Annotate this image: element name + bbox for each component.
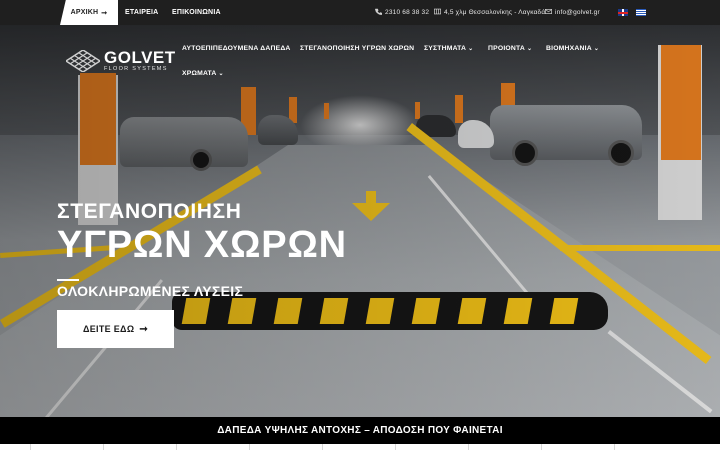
nav-item-label: ΠΡΟΙΟΝΤΑ: [488, 45, 525, 52]
nav-item-products[interactable]: ΠΡΟΙΟΝΤΑ ⌄: [488, 45, 532, 52]
hero-subheading: ΟΛΟΚΛΗΡΩΜΕΝΕΣ ΛΥΣΕΙΣ: [57, 283, 244, 299]
tagline-strip: ΔΑΠΕΔΑ ΥΨΗΛΗΣ ΑΝΤΟΧΗΣ – ΑΠΟΔΟΣΗ ΠΟΥ ΦΑΙΝ…: [0, 417, 720, 444]
chevron-down-icon: ⌄: [468, 46, 474, 52]
email-link[interactable]: info@golvet.gr: [545, 0, 600, 25]
cta-label: ΔΕΙΤΕ ΕΔΩ: [82, 324, 135, 334]
english-flag-icon[interactable]: [618, 9, 628, 16]
chevron-down-icon: ⌄: [593, 46, 600, 52]
chevron-down-icon: ⌄: [526, 46, 533, 52]
column-dividers: [30, 444, 615, 450]
nav-item-label: ΒΙΟΜΗΧΑΝΙΑ: [546, 45, 592, 52]
top-bar: ΑΡΧΙΚΗ ➞ ΕΤΑΙΡΕΙΑ ΕΠΙΚΟΙΝΩΝΙΑ 2310 68 38…: [0, 0, 720, 25]
arrow-right-icon: ➞: [139, 323, 149, 335]
address-info: 4,5 χλμ Θεσσαλονίκης - Λαγκαδά: [434, 0, 545, 25]
golvet-logo[interactable]: GOLVET FLOOR SYSTEMS: [66, 48, 176, 72]
phone-number: 2310 68 38 32: [385, 9, 430, 16]
nav-item-label: ΑΥΤΟΕΠΙΠΕΔΟΥΜΕΝΑ ΔΑΠΕΔΑ: [182, 45, 291, 52]
hero-heading-line2: ΥΓΡΩΝ ΧΩΡΩΝ: [57, 224, 347, 266]
nav-home-link[interactable]: ΑΡΧΙΚΗ ➞: [60, 0, 118, 25]
logo-name: GOLVET: [104, 48, 176, 67]
nav-item-label: ΧΡΩΜΑΤΑ: [182, 70, 217, 77]
email-address: info@golvet.gr: [555, 9, 600, 16]
nav-item-self-leveling-floors[interactable]: ΑΥΤΟΕΠΙΠΕΔΟΥΜΕΝΑ ΔΑΠΕΔΑ: [182, 45, 291, 52]
logo-subtitle: FLOOR SYSTEMS: [104, 66, 168, 72]
address-text: 4,5 χλμ Θεσσαλονίκης - Λαγκαδά: [444, 9, 546, 16]
tagline-text: ΔΑΠΕΔΑ ΥΨΗΛΗΣ ΑΝΤΟΧΗΣ – ΑΠΟΔΟΣΗ ΠΟΥ ΦΑΙΝ…: [217, 425, 503, 436]
greek-flag-icon[interactable]: [636, 9, 646, 16]
chevron-down-icon: ⌄: [218, 71, 224, 77]
map-icon: [434, 8, 441, 17]
envelope-icon: [545, 8, 552, 17]
nav-item-industry[interactable]: ΒΙΟΜΗΧΑΝΙΑ ⌄: [546, 45, 599, 52]
nav-item-label: ΣΤΕΓΑΝΟΠΟΙΗΣΗ ΥΓΡΩΝ ΧΩΡΩΝ: [300, 45, 415, 52]
phone-link[interactable]: 2310 68 38 32: [375, 0, 429, 25]
nav-item-label: ΣΥΣΤΗΜΑΤΑ: [424, 45, 467, 52]
nav-item-colors[interactable]: ΧΡΩΜΑΤΑ ⌄: [182, 70, 224, 77]
nav-contact-link[interactable]: ΕΠΙΚΟΙΝΩΝΙΑ: [172, 0, 221, 25]
hero-divider: [57, 279, 79, 281]
logo-mark-icon: [66, 50, 100, 72]
hero-heading-line1: ΣΤΕΓΑΝΟΠΟΙΗΣΗ: [57, 200, 242, 223]
nav-company-link[interactable]: ΕΤΑΙΡΕΙΑ: [125, 0, 158, 25]
see-here-button[interactable]: ΔΕΙΤΕ ΕΔΩ ➞: [57, 310, 174, 348]
arrow-right-icon: ➞: [101, 9, 108, 17]
nav-item-systems[interactable]: ΣΥΣΤΗΜΑΤΑ ⌄: [424, 45, 473, 52]
nav-item-wet-room-waterproofing[interactable]: ΣΤΕΓΑΝΟΠΟΙΗΣΗ ΥΓΡΩΝ ΧΩΡΩΝ: [300, 45, 414, 52]
home-label: ΑΡΧΙΚΗ: [70, 9, 99, 16]
phone-icon: [375, 8, 382, 17]
